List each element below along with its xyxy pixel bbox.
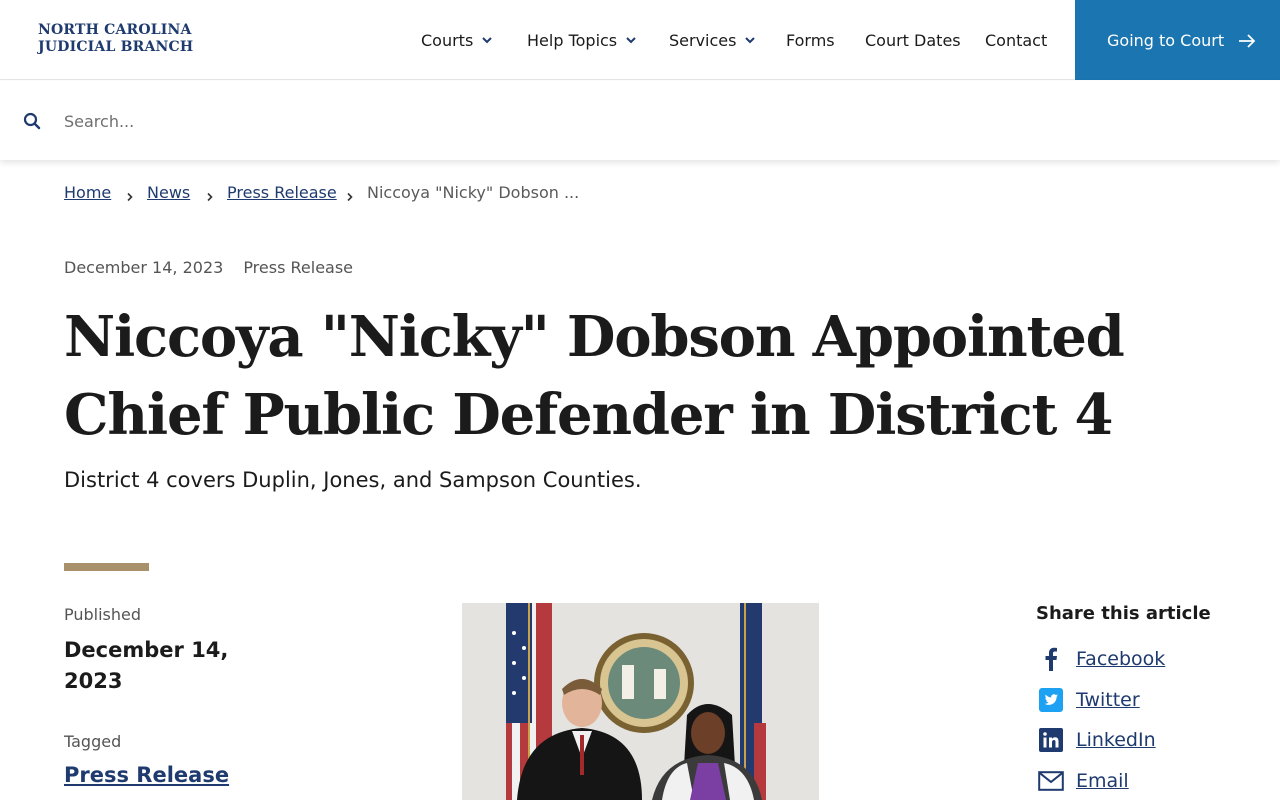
tag-link-press-release[interactable]: Press Release [64, 763, 229, 787]
nav-services-label: Services [669, 30, 737, 50]
share-title: Share this article [1036, 603, 1211, 624]
article-photo [462, 603, 819, 800]
tagged-label: Tagged [64, 732, 122, 751]
article-subtitle: District 4 covers Duplin, Jones, and Sam… [64, 468, 642, 492]
breadcrumb-current: Niccoya "Nicky" Dobson ... [367, 183, 580, 202]
search-bar [0, 81, 1280, 160]
nav-contact[interactable]: Contact [985, 0, 1047, 80]
search-icon[interactable] [23, 112, 41, 130]
nav-contact-label: Contact [985, 30, 1048, 50]
facebook-icon [1036, 645, 1066, 673]
share-twitter[interactable]: Twitter [1036, 686, 1140, 714]
breadcrumb-press-release[interactable]: Press Release [227, 183, 337, 202]
going-to-court-button[interactable]: Going to Court [1075, 0, 1280, 80]
nav-help-topics[interactable]: Help Topics [527, 0, 637, 80]
site-logo[interactable]: NORTH CAROLINA JUDICIAL BRANCH [38, 22, 193, 56]
going-to-court-label: Going to Court [1107, 30, 1225, 50]
published-label: Published [64, 605, 142, 624]
share-email-label: Email [1076, 770, 1129, 792]
nav-courts-label: Courts [421, 30, 474, 50]
chevron-down-icon [744, 34, 756, 46]
nav-forms[interactable]: Forms [786, 0, 835, 80]
share-linkedin-label: LinkedIn [1076, 729, 1156, 751]
share-facebook[interactable]: Facebook [1036, 645, 1165, 673]
chevron-down-icon [625, 34, 637, 46]
email-icon [1036, 767, 1066, 795]
nav-help-topics-label: Help Topics [527, 30, 618, 50]
share-email[interactable]: Email [1036, 767, 1129, 795]
nav-courts[interactable]: Courts [421, 0, 493, 80]
accent-divider [64, 563, 149, 571]
search-input[interactable] [52, 101, 952, 141]
site-header: NORTH CAROLINA JUDICIAL BRANCH Courts He… [0, 0, 1280, 80]
share-linkedin[interactable]: LinkedIn [1036, 726, 1156, 754]
logo-line-2: JUDICIAL BRANCH [38, 39, 194, 55]
breadcrumb-home[interactable]: Home [64, 183, 111, 202]
share-facebook-label: Facebook [1076, 648, 1166, 670]
article-meta: December 14, 2023 Press Release [64, 258, 353, 277]
twitter-icon [1036, 686, 1066, 714]
logo-line-1: NORTH CAROLINA [38, 22, 192, 38]
article-category: Press Release [243, 258, 354, 277]
breadcrumb-news[interactable]: News [147, 183, 190, 202]
chevron-right-icon [345, 187, 355, 202]
linkedin-icon [1036, 726, 1066, 754]
share-twitter-label: Twitter [1076, 689, 1140, 711]
article-title: Niccoya "Nicky" Dobson Appointed Chief P… [64, 304, 1125, 448]
nav-court-dates[interactable]: Court Dates [865, 0, 961, 80]
article-date: December 14, 2023 [64, 258, 224, 277]
chevron-right-icon [205, 187, 215, 202]
chevron-right-icon [125, 187, 135, 202]
published-date: December 14, 2023 [64, 638, 229, 693]
chevron-down-icon [481, 34, 493, 46]
nav-court-dates-label: Court Dates [865, 30, 961, 50]
arrow-right-icon [1238, 33, 1256, 48]
nav-forms-label: Forms [786, 30, 835, 50]
nav-services[interactable]: Services [669, 0, 756, 80]
